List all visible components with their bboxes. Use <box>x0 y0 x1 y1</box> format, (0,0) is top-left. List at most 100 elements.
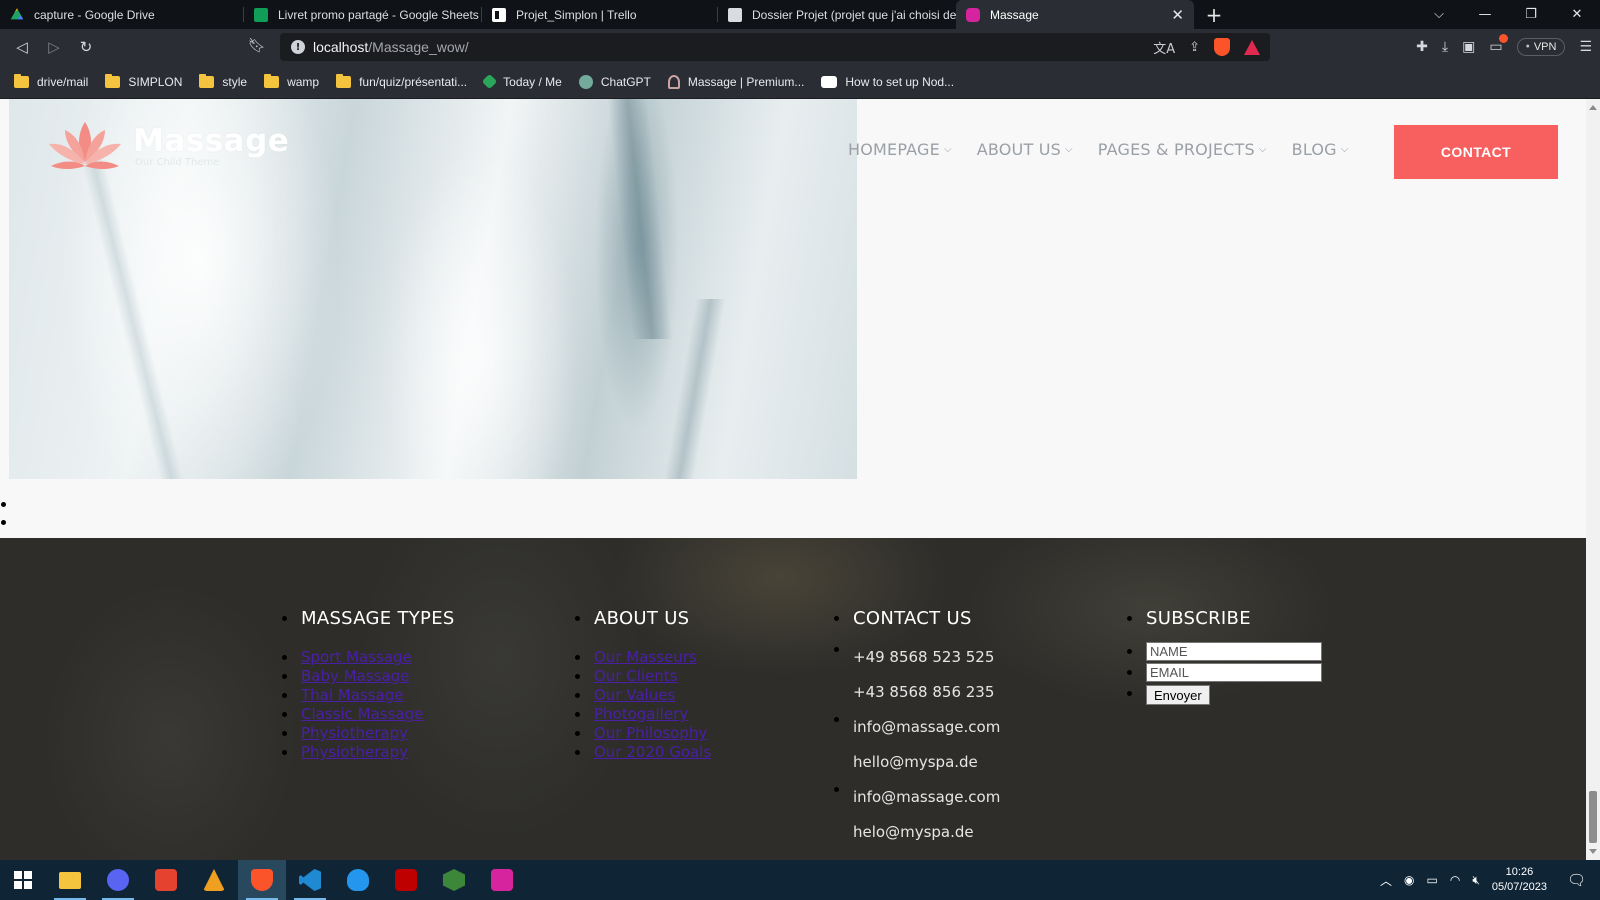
contact-email: hello@myspa.de <box>853 753 978 771</box>
minimize-button[interactable]: — <box>1462 0 1508 29</box>
brave-icon <box>251 869 273 891</box>
bookmark-chatgpt[interactable]: ChatGPT <box>578 74 651 89</box>
folder-icon <box>105 73 121 88</box>
footer-link[interactable]: Photogallery <box>594 705 688 723</box>
folder-icon <box>14 73 29 88</box>
footer-link[interactable]: Classic Massage <box>301 705 423 723</box>
chevron-down-icon: ⌵ <box>1065 144 1073 155</box>
bookmark-drive-mail[interactable]: drive/mail <box>14 73 88 89</box>
footer-link[interactable]: Thai Massage <box>301 686 404 704</box>
notifications-icon[interactable]: 🗨︎ <box>1567 871 1586 889</box>
translate-icon[interactable]: 文A <box>1153 38 1175 57</box>
wallet-icon[interactable]: ▭ <box>1489 34 1508 55</box>
bookmark-how-to-setup-node[interactable]: How to set up Nod... <box>821 75 954 89</box>
footer-heading: SUBSCRIBE <box>1127 608 1322 629</box>
close-window-button[interactable]: ✕ <box>1554 0 1600 29</box>
bookmark-wamp[interactable]: wamp <box>264 73 319 89</box>
scroll-down-arrow-icon[interactable] <box>1589 849 1597 854</box>
bookmark-icon[interactable]: 🔖︎ <box>248 38 266 54</box>
footer-link[interactable]: Baby Massage <box>301 667 409 685</box>
brave-rewards-icon[interactable] <box>1244 39 1260 55</box>
taskbar-brave[interactable] <box>238 860 286 900</box>
site-footer: MASSAGE TYPES Sport Massage Baby Massage… <box>0 538 1586 860</box>
subscribe-submit-button[interactable]: Envoyer <box>1146 685 1210 705</box>
footer-link[interactable]: Physiotherapy <box>301 724 408 742</box>
footer-link[interactable]: Our Philosophy <box>594 724 707 742</box>
downloads-icon[interactable]: ⤓ <box>1442 39 1448 55</box>
tab-dossier-projet[interactable]: Dossier Projet (projet que j'ai choisi d… <box>718 0 956 29</box>
wampserver-icon <box>966 7 980 22</box>
taskbar-clock[interactable]: 10:26 05/07/2023 <box>1492 865 1547 895</box>
forward-button[interactable]: ▷ <box>38 33 70 61</box>
nav-pages-projects[interactable]: PAGES & PROJECTS ⌵ <box>1098 140 1267 159</box>
taskbar-wampserver[interactable] <box>478 860 526 900</box>
tab-google-sheets[interactable]: Livret promo partagé - Google Sheets <box>244 0 482 29</box>
tab-title: capture - Google Drive <box>34 7 155 22</box>
bookmark-label: Massage | Premium... <box>687 74 805 89</box>
camera-icon[interactable]: ◉ <box>1404 873 1414 887</box>
tab-trello[interactable]: Projet_Simplon | Trello <box>482 0 718 29</box>
taskbar-docker[interactable] <box>334 860 382 900</box>
wampserver-icon <box>491 869 513 891</box>
subscribe-email-input[interactable] <box>1146 663 1322 682</box>
nav-label: HOMEPAGE <box>848 140 940 159</box>
share-icon[interactable]: ⇪ <box>1189 40 1200 55</box>
brave-shields-icon[interactable] <box>1214 38 1230 56</box>
menu-icon[interactable]: ☰ <box>1579 39 1592 55</box>
folder-icon <box>264 73 280 88</box>
bookmark-simplon[interactable]: SIMPLON <box>105 73 182 89</box>
sidebar-icon[interactable]: ▣ <box>1462 39 1475 55</box>
bookmark-today-me[interactable]: Today / Me <box>481 73 562 90</box>
restore-button[interactable]: ❐ <box>1508 0 1554 29</box>
page-scrollbar[interactable] <box>1586 99 1600 860</box>
footer-contact-us: CONTACT US +49 8568 523 525 +43 8568 856… <box>833 608 1000 850</box>
footer-link[interactable]: Our Masseurs <box>594 648 697 666</box>
subscribe-name-input[interactable] <box>1146 642 1322 661</box>
sourcetree-icon <box>203 869 225 891</box>
contact-button[interactable]: CONTACT <box>1394 125 1558 179</box>
bookmark-massage-premium[interactable]: Massage | Premium... <box>667 74 805 89</box>
taskbar-discord[interactable] <box>94 860 142 900</box>
reload-button[interactable]: ↻ <box>70 33 102 61</box>
tab-title: Projet_Simplon | Trello <box>516 7 637 22</box>
tab-list-chevron-icon[interactable]: ⌵ <box>1416 0 1462 29</box>
tray-overflow-chevron-icon[interactable]: ︿ <box>1380 872 1392 889</box>
footer-link[interactable]: Physiotherapy <box>301 743 408 761</box>
tab-massage[interactable]: Massage ✕ <box>956 0 1194 29</box>
scrollbar-thumb[interactable] <box>1589 791 1597 843</box>
new-tab-button[interactable]: + <box>1194 0 1234 29</box>
nav-about-us[interactable]: ABOUT US ⌵ <box>977 140 1073 159</box>
nodejs-icon <box>443 869 465 891</box>
footer-link[interactable]: Our 2020 Goals <box>594 743 711 761</box>
back-button[interactable]: ◁ <box>6 33 38 61</box>
volume-muted-icon[interactable]: 🔇︎ <box>1472 873 1480 888</box>
ticktick-icon <box>481 73 498 90</box>
logo-title: Massage <box>133 122 290 159</box>
start-button[interactable] <box>0 860 46 900</box>
nav-homepage[interactable]: HOMEPAGE ⌵ <box>848 140 952 159</box>
close-tab-icon[interactable]: ✕ <box>1161 6 1184 24</box>
bookmark-style[interactable]: style <box>199 73 247 89</box>
footer-link[interactable]: Our Clients <box>594 667 678 685</box>
taskbar-nodejs[interactable] <box>430 860 478 900</box>
taskbar-xmind[interactable] <box>142 860 190 900</box>
footer-link[interactable]: Sport Massage <box>301 648 412 666</box>
footer-heading: MASSAGE TYPES <box>282 608 455 629</box>
taskbar-vscode[interactable] <box>286 860 334 900</box>
file-explorer-icon <box>59 871 81 889</box>
battery-icon[interactable]: ▭ <box>1427 873 1438 887</box>
nav-blog[interactable]: BLOG ⌵ <box>1292 140 1349 159</box>
site-logo[interactable]: Massage Our Child Theme <box>43 116 289 182</box>
site-info-icon[interactable]: ! <box>291 40 305 54</box>
vpn-button[interactable]: VPN <box>1516 38 1566 56</box>
taskbar-filezilla[interactable] <box>382 860 430 900</box>
taskbar-file-explorer[interactable] <box>46 860 94 900</box>
footer-link[interactable]: Our Values <box>594 686 675 704</box>
scroll-up-arrow-icon[interactable] <box>1589 105 1597 110</box>
extensions-icon[interactable]: ✚ <box>1416 39 1428 55</box>
bookmark-fun-quiz[interactable]: fun/quiz/présentati... <box>336 73 467 89</box>
address-bar[interactable]: ! localhost/Massage_wow/ 文A ⇪ <box>280 33 1270 61</box>
wifi-icon[interactable]: ◠ <box>1450 873 1460 887</box>
tab-google-drive[interactable]: capture - Google Drive <box>0 0 244 29</box>
taskbar-sourcetree[interactable] <box>190 860 238 900</box>
